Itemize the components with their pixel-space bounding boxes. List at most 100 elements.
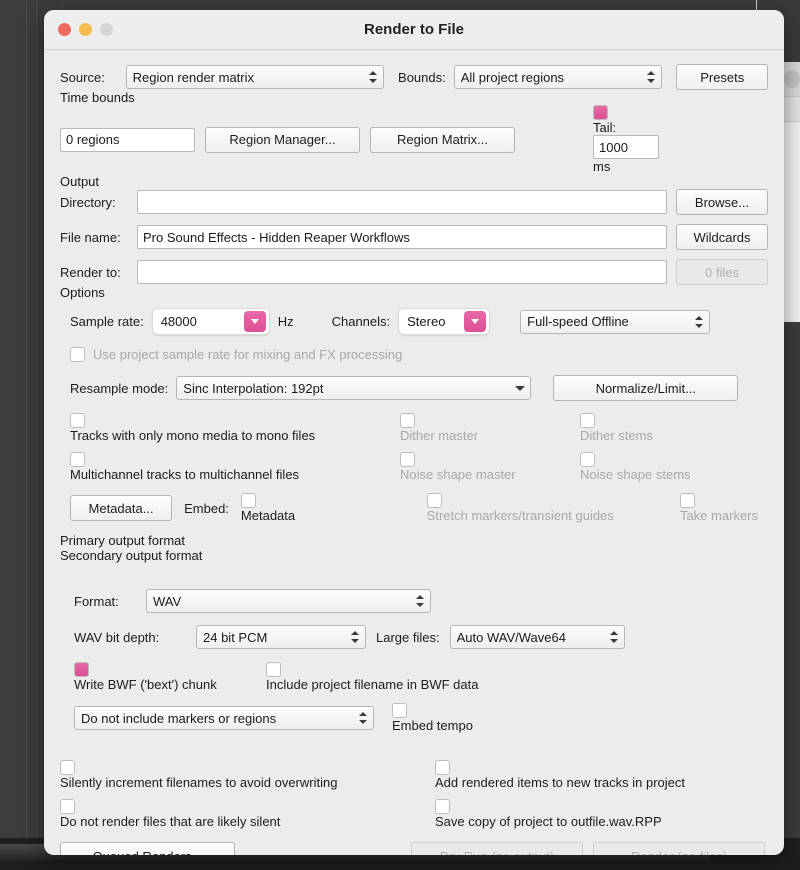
- metadata-button[interactable]: Metadata...: [70, 495, 173, 521]
- zoom-button[interactable]: [100, 23, 113, 36]
- embed-label: Embed:: [184, 500, 229, 516]
- resample-mode-select[interactable]: Sinc Interpolation: 192pt: [176, 376, 532, 400]
- noise-shape-master-checkbox: [400, 452, 415, 467]
- use-project-sample-rate-label: Use project sample rate for mixing and F…: [93, 347, 403, 362]
- chevron-down-icon[interactable]: [243, 311, 266, 332]
- take-markers-label: Take markers: [679, 508, 758, 523]
- embed-metadata-checkbox[interactable]: [240, 493, 256, 508]
- tail-value-field[interactable]: 1000: [593, 135, 659, 159]
- take-markers-control: Take markers: [679, 493, 758, 523]
- output-body: Directory: Browse... File name: Pro Soun…: [60, 189, 768, 285]
- sample-rate-row: Sample rate: 48000 Hz Channels: Stereo F…: [70, 308, 758, 335]
- tail-label: Tail:: [593, 120, 617, 135]
- embed-tempo-control[interactable]: Embed tempo: [392, 703, 473, 733]
- mono-tracks-checkbox[interactable]: [70, 413, 85, 428]
- directory-row: Directory: Browse...: [60, 189, 768, 215]
- noise-shape-stems-checkbox: [580, 452, 595, 467]
- save-copy-checkbox[interactable]: [435, 799, 450, 814]
- tail-checkbox[interactable]: [593, 105, 608, 120]
- render-to-file-dialog: Render to File Source: Region render mat…: [44, 10, 784, 855]
- file-name-label: File name:: [60, 229, 121, 245]
- multichannel-checkbox[interactable]: [70, 452, 85, 467]
- regions-count-field[interactable]: 0 regions: [60, 127, 195, 152]
- chevron-updown-icon: [358, 710, 369, 726]
- mono-tracks-control[interactable]: Tracks with only mono media to mono file…: [70, 413, 400, 443]
- take-markers-checkbox: [679, 493, 695, 508]
- add-rendered-items-control[interactable]: Add rendered items to new tracks in proj…: [435, 760, 685, 790]
- normalize-limit-button[interactable]: Normalize/Limit...: [553, 375, 739, 401]
- file-name-row: File name: Pro Sound Effects - Hidden Re…: [60, 224, 768, 250]
- tab-primary-output-format[interactable]: Primary output format: [60, 533, 768, 548]
- bit-depth-row: WAV bit depth: 24 bit PCM Large files: A…: [74, 625, 754, 649]
- embed-metadata-control[interactable]: Metadata: [240, 493, 415, 523]
- source-label: Source:: [60, 69, 105, 85]
- silently-increment-control[interactable]: Silently increment filenames to avoid ov…: [60, 760, 435, 790]
- write-bwf-control[interactable]: Write BWF ('bext') chunk: [74, 662, 266, 692]
- mono-tracks-label: Tracks with only mono media to mono file…: [70, 428, 316, 443]
- sample-rate-value: 48000: [160, 314, 197, 329]
- queued-renders-button[interactable]: Queued Renders...: [60, 842, 235, 855]
- region-matrix-button[interactable]: Region Matrix...: [370, 126, 515, 153]
- large-files-select[interactable]: Auto WAV/Wave64: [449, 625, 625, 649]
- markers-select[interactable]: Do not include markers or regions: [74, 706, 374, 730]
- embed-tempo-label: Embed tempo: [392, 718, 473, 733]
- add-rendered-items-checkbox[interactable]: [435, 760, 450, 775]
- multichannel-control[interactable]: Multichannel tracks to multichannel file…: [70, 452, 400, 482]
- wildcards-button[interactable]: Wildcards: [676, 224, 768, 250]
- region-manager-button[interactable]: Region Manager...: [205, 126, 360, 153]
- directory-label: Directory:: [60, 194, 116, 210]
- browse-button[interactable]: Browse...: [676, 189, 768, 215]
- minimize-button[interactable]: [79, 23, 92, 36]
- chevron-updown-icon: [368, 69, 379, 85]
- dry-run-button: Dry Run (no output): [411, 842, 583, 855]
- tab-secondary-output-format[interactable]: Secondary output format: [60, 548, 768, 563]
- options-group: Options Sample rate: 48000 Hz Channels: …: [60, 285, 768, 533]
- chevron-updown-icon: [415, 593, 426, 609]
- save-copy-control[interactable]: Save copy of project to outfile.wav.RPP: [435, 799, 662, 829]
- bounds-value: All project regions: [460, 69, 565, 85]
- channels-select[interactable]: Stereo: [398, 308, 491, 335]
- options-title: Options: [60, 285, 105, 300]
- embed-tempo-checkbox[interactable]: [392, 703, 407, 718]
- write-bwf-checkbox[interactable]: [74, 662, 89, 677]
- action-button-row: Queued Renders... Dry Run (no output) Re…: [60, 842, 768, 855]
- metadata-row: Metadata... Embed: Metadata Stretch mark…: [70, 493, 758, 523]
- silently-increment-checkbox[interactable]: [60, 760, 75, 775]
- source-select[interactable]: Region render matrix: [125, 65, 385, 89]
- presets-button[interactable]: Presets: [676, 64, 768, 90]
- do-not-render-silent-checkbox[interactable]: [60, 799, 75, 814]
- render-button: Render (no files): [593, 842, 765, 855]
- channels-label: Channels:: [331, 314, 391, 329]
- hz-label: Hz: [277, 314, 294, 329]
- options-body: Sample rate: 48000 Hz Channels: Stereo F…: [60, 300, 768, 533]
- chevron-down-icon[interactable]: [464, 311, 487, 332]
- directory-field[interactable]: [137, 190, 667, 214]
- use-project-sample-rate-row: Use project sample rate for mixing and F…: [70, 347, 758, 362]
- background-window-knob: [783, 70, 800, 88]
- file-name-field[interactable]: Pro Sound Effects - Hidden Reaper Workfl…: [137, 225, 667, 249]
- do-not-render-silent-control[interactable]: Do not render files that are likely sile…: [60, 799, 435, 829]
- dither-master-control: Dither master: [400, 413, 580, 443]
- render-to-field[interactable]: [137, 260, 667, 284]
- resample-mode-label: Resample mode:: [70, 380, 169, 396]
- bwf-row: Write BWF ('bext') chunk Include project…: [74, 662, 754, 692]
- stretch-markers-label: Stretch markers/transient guides: [426, 508, 614, 523]
- bit-depth-select[interactable]: 24 bit PCM: [196, 625, 366, 649]
- format-label: Format:: [74, 593, 119, 609]
- bounds-select[interactable]: All project regions: [453, 65, 663, 89]
- files-count-button: 0 files: [676, 259, 768, 285]
- render-speed-select[interactable]: Full-speed Offline: [520, 309, 711, 334]
- embed-metadata-label: Metadata: [240, 508, 296, 523]
- include-project-filename-control[interactable]: Include project filename in BWF data: [266, 662, 478, 692]
- format-row: Format: WAV: [74, 589, 754, 613]
- close-button[interactable]: [58, 23, 71, 36]
- chevron-down-icon: [514, 382, 526, 394]
- window-controls: [44, 23, 113, 36]
- bit-depth-label: WAV bit depth:: [74, 629, 160, 645]
- render-to-row: Render to: 0 files: [60, 259, 768, 285]
- format-select[interactable]: WAV: [146, 589, 431, 613]
- sample-rate-select[interactable]: 48000: [151, 308, 270, 335]
- multichannel-label: Multichannel tracks to multichannel file…: [70, 467, 300, 482]
- include-project-filename-checkbox[interactable]: [266, 662, 281, 677]
- footer-row-1: Silently increment filenames to avoid ov…: [60, 760, 768, 790]
